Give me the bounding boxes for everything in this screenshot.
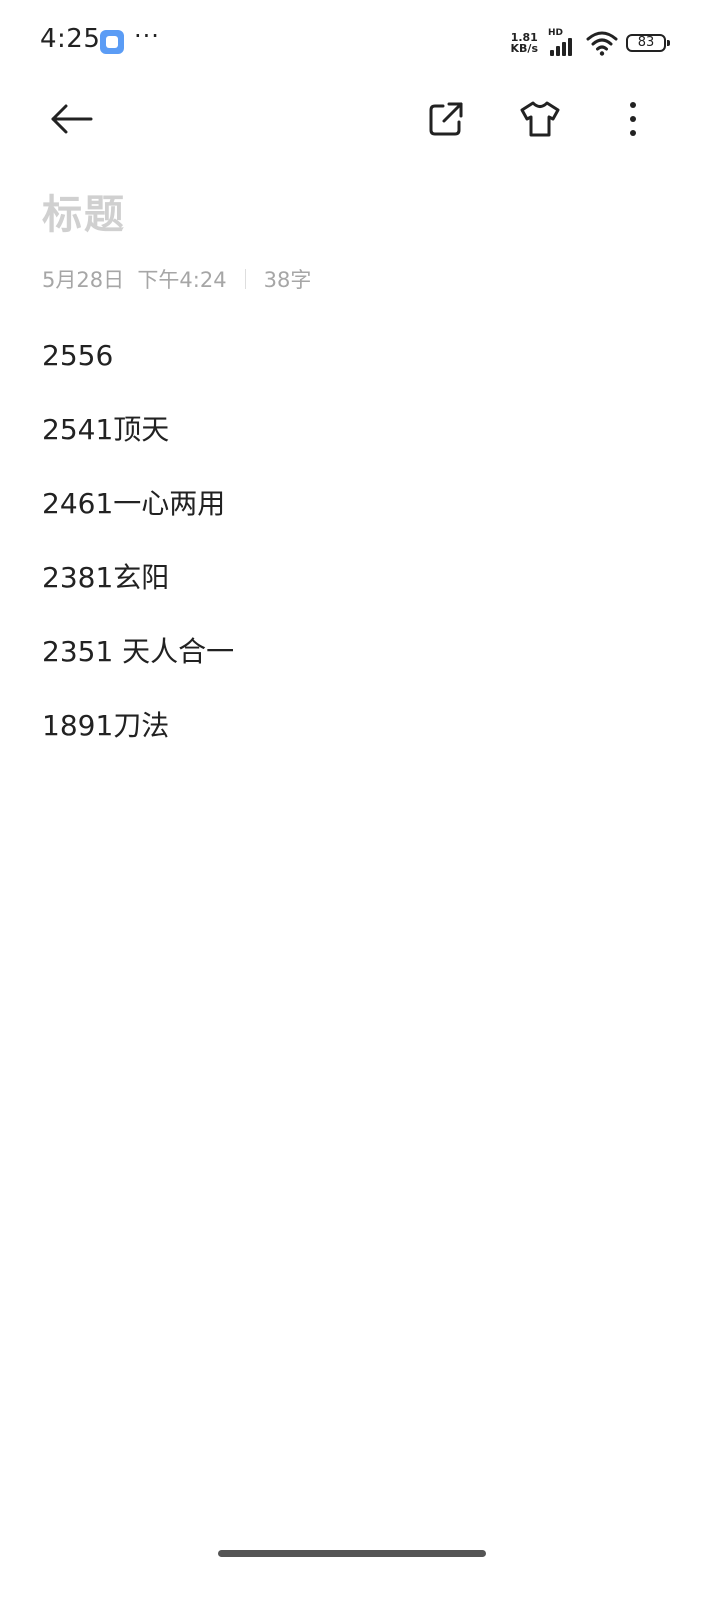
hd-label: HD xyxy=(548,28,564,38)
note-body-editor[interactable]: 2556 2541顶天 2461一心两用 2381玄阳 2351 天人合一 18… xyxy=(42,334,682,778)
status-bar: 4:25 ··· 1.81 KB/s HD 83 xyxy=(0,0,720,84)
more-vertical-icon xyxy=(630,102,636,136)
note-line[interactable]: 2351 天人合一 xyxy=(42,630,682,704)
note-date: 5月28日 下午4:24 xyxy=(42,268,227,292)
note-line[interactable]: 1891刀法 xyxy=(42,704,682,778)
network-speed-unit: KB/s xyxy=(510,42,538,55)
home-indicator[interactable] xyxy=(218,1550,486,1557)
note-line[interactable]: 2556 xyxy=(42,334,682,408)
note-toolbar xyxy=(0,84,720,154)
more-options-button[interactable] xyxy=(608,94,658,144)
tshirt-theme-icon xyxy=(520,101,560,137)
note-meta: 5月28日 下午4:24 38字 xyxy=(42,264,311,294)
share-button[interactable] xyxy=(421,94,471,144)
note-line[interactable]: 2381玄阳 xyxy=(42,556,682,630)
note-line[interactable]: 2461一心两用 xyxy=(42,482,682,556)
status-indicators: 1.81 KB/s HD 83 xyxy=(511,28,670,58)
share-external-icon xyxy=(429,102,463,136)
note-char-count: 38字 xyxy=(263,268,312,292)
status-time: 4:25 xyxy=(40,24,101,54)
battery-level: 83 xyxy=(637,35,655,50)
meta-divider xyxy=(244,269,246,289)
wifi-icon xyxy=(586,31,618,56)
network-speed: 1.81 KB/s xyxy=(511,32,538,54)
note-title-input[interactable]: 标题 xyxy=(42,182,126,240)
note-line[interactable]: 2541顶天 xyxy=(42,408,682,482)
notes-app-icon xyxy=(100,30,124,54)
theme-button[interactable] xyxy=(515,94,565,144)
battery-icon: 83 xyxy=(626,34,670,52)
back-button[interactable] xyxy=(46,94,96,144)
status-more-notifications: ··· xyxy=(134,22,160,50)
back-arrow-icon xyxy=(51,104,93,134)
cellular-signal-icon: HD xyxy=(546,28,578,58)
